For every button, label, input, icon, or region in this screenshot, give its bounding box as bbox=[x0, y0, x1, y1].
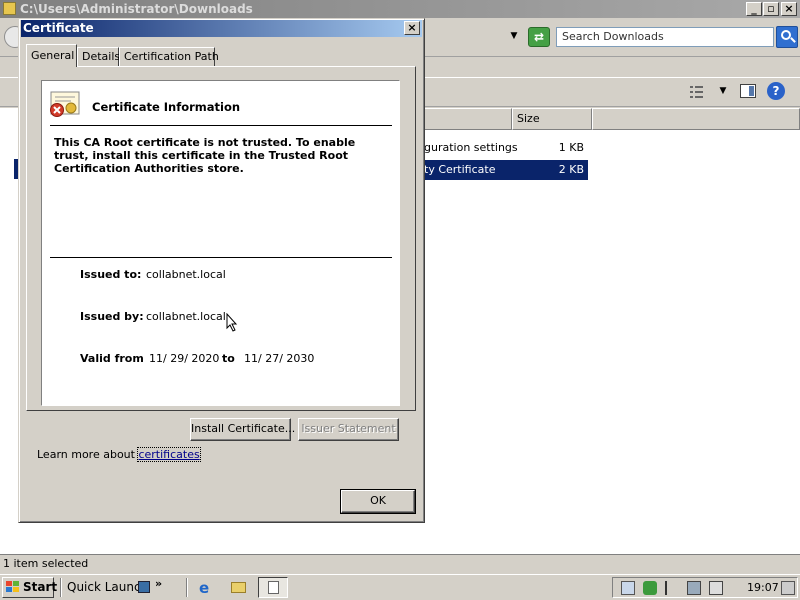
certificates-link[interactable]: certificates bbox=[137, 447, 201, 462]
file-size: 2 KB bbox=[558, 163, 584, 176]
taskbar-separator bbox=[186, 578, 188, 597]
server-manager-icon[interactable] bbox=[621, 581, 635, 595]
column-header-size[interactable]: Size bbox=[512, 108, 592, 130]
status-bar: 1 item selected bbox=[0, 554, 800, 574]
learn-more-prefix: Learn more about bbox=[37, 448, 139, 461]
start-label: Start bbox=[23, 580, 58, 594]
close-icon: × bbox=[784, 2, 794, 15]
system-tray: 19:07 bbox=[612, 577, 798, 598]
search-button[interactable] bbox=[776, 26, 798, 48]
quick-launch-grip[interactable] bbox=[60, 578, 62, 597]
learn-more-text: Learn more about certificates bbox=[37, 447, 201, 462]
issued-to-label: Issued to: bbox=[80, 268, 142, 281]
notification-icon[interactable] bbox=[781, 581, 795, 595]
refresh-icon: ⇄ bbox=[533, 30, 545, 44]
taskbar-certificate-window[interactable] bbox=[258, 577, 288, 598]
issuer-statement-label: Issuer Statement bbox=[301, 422, 396, 435]
certificate-info-title: Certificate Information bbox=[92, 100, 241, 114]
security-shield-icon[interactable] bbox=[643, 581, 657, 595]
file-name: guration settings bbox=[424, 141, 518, 154]
internet-explorer-icon[interactable]: e bbox=[196, 578, 216, 597]
explorer-title-bar: C:\Users\Administrator\Downloads bbox=[0, 0, 800, 18]
install-certificate-button[interactable]: Install Certificate... bbox=[190, 418, 295, 441]
tab-certification-path[interactable]: Certification Path bbox=[119, 47, 219, 66]
column-header-name[interactable] bbox=[424, 108, 512, 130]
windows-flag-icon bbox=[6, 581, 19, 593]
ok-label: OK bbox=[370, 494, 386, 507]
file-name: ty Certificate bbox=[424, 163, 496, 176]
preview-pane-icon[interactable] bbox=[740, 84, 756, 98]
quick-launch-more-button[interactable]: » bbox=[155, 577, 162, 590]
help-icon[interactable]: ? bbox=[767, 82, 785, 100]
refresh-button[interactable]: ⇄ bbox=[528, 27, 550, 47]
certificate-icon bbox=[50, 91, 80, 117]
divider bbox=[50, 257, 392, 258]
issued-by-value: collabnet.local bbox=[146, 310, 226, 323]
trust-warning-text: This CA Root certificate is not trusted.… bbox=[54, 136, 356, 175]
volume-muted-icon[interactable] bbox=[709, 581, 723, 595]
issued-by-label: Issued by: bbox=[80, 310, 144, 323]
explorer-folder-icon[interactable] bbox=[228, 578, 250, 597]
divider bbox=[50, 125, 392, 126]
address-dropdown-icon[interactable]: ▼ bbox=[507, 31, 521, 43]
restore-icon: ▫ bbox=[767, 2, 775, 15]
issuer-statement-button[interactable]: Issuer Statement bbox=[298, 418, 399, 441]
show-desktop-icon[interactable] bbox=[138, 581, 150, 593]
explorer-title: C:\Users\Administrator\Downloads bbox=[20, 2, 253, 16]
start-button[interactable]: Start bbox=[2, 577, 58, 598]
network-icon[interactable] bbox=[687, 581, 701, 595]
issued-to-value: collabnet.local bbox=[146, 268, 226, 281]
tab-details[interactable]: Details bbox=[77, 47, 120, 66]
install-certificate-label: Install Certificate... bbox=[191, 422, 296, 435]
restore-button[interactable]: ▫ bbox=[763, 2, 779, 16]
close-icon: × bbox=[407, 21, 417, 34]
file-size: 1 KB bbox=[558, 141, 584, 154]
quick-launch-label: Quick Launch bbox=[67, 580, 149, 594]
valid-from-label: Valid from bbox=[80, 352, 144, 365]
ok-button[interactable]: OK bbox=[340, 489, 416, 514]
folder-icon bbox=[3, 2, 16, 15]
minimize-button[interactable]: _ bbox=[746, 2, 762, 16]
list-item[interactable]: guration settings 1 KB bbox=[424, 138, 588, 158]
clock[interactable]: 19:07 bbox=[747, 578, 779, 597]
dialog-close-button[interactable]: × bbox=[404, 21, 420, 35]
valid-to-value: 11/ 27/ 2030 bbox=[244, 352, 315, 365]
search-input[interactable]: Search Downloads bbox=[556, 27, 774, 47]
action-center-flag-icon[interactable] bbox=[665, 581, 679, 595]
views-icon[interactable] bbox=[690, 85, 704, 99]
valid-from-value: 11/ 29/ 2020 bbox=[149, 352, 220, 365]
valid-to-label: to bbox=[222, 352, 235, 365]
dialog-title: Certificate bbox=[21, 20, 422, 37]
column-header-blank bbox=[592, 108, 800, 130]
minimize-icon: _ bbox=[751, 2, 757, 15]
document-icon bbox=[268, 581, 279, 594]
explorer-close-button[interactable]: × bbox=[781, 2, 797, 16]
tab-general[interactable]: General bbox=[26, 44, 77, 67]
mouse-cursor-icon bbox=[226, 313, 238, 332]
views-dropdown-icon[interactable]: ▼ bbox=[718, 86, 728, 96]
list-item[interactable]: ty Certificate 2 KB bbox=[424, 160, 588, 180]
